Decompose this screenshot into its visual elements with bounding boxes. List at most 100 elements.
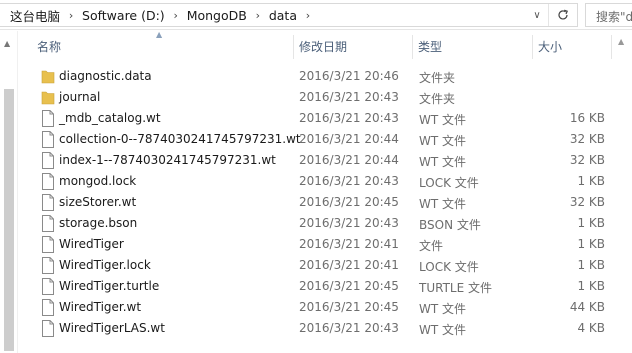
file-type: LOCK 文件	[419, 260, 479, 274]
list-item[interactable]: _mdb_catalog.wt 2016/3/21 20:43 WT 文件 16…	[19, 108, 613, 129]
breadcrumb-mongodb[interactable]: MongoDB	[187, 8, 251, 23]
vertical-scrollbar[interactable]: ▲	[613, 31, 632, 353]
file-date: 2016/3/21 20:44	[299, 153, 399, 167]
list-item[interactable]: mongod.lock 2016/3/21 20:43 LOCK 文件 1 KB	[19, 171, 613, 192]
file-size: 32 KB	[569, 132, 605, 146]
file-icon	[42, 299, 54, 316]
search-input[interactable]: 搜索"data"	[585, 3, 632, 27]
file-size: 32 KB	[569, 153, 605, 167]
column-type[interactable]: 类型	[412, 31, 532, 63]
file-size: 1 KB	[577, 258, 605, 272]
file-date: 2016/3/21 20:44	[299, 132, 399, 146]
file-date: 2016/3/21 20:43	[299, 111, 399, 125]
folder-icon	[41, 91, 55, 105]
folder-icon	[41, 70, 55, 84]
scroll-up-icon[interactable]: ▲	[618, 37, 624, 46]
file-type: LOCK 文件	[419, 176, 479, 190]
file-size: 1 KB	[577, 237, 605, 251]
file-icon	[42, 215, 54, 232]
file-size: 44 KB	[569, 300, 605, 314]
list-item[interactable]: collection-0--7874030241745797231.wt 201…	[19, 129, 613, 150]
column-name-label: 名称	[37, 40, 62, 54]
chevron-right-icon[interactable]: ›	[301, 9, 315, 22]
file-type: BSON 文件	[419, 218, 481, 232]
file-date: 2016/3/21 20:46	[299, 69, 399, 83]
file-size: 4 KB	[577, 321, 605, 335]
list-item[interactable]: WiredTigerLAS.wt 2016/3/21 20:43 WT 文件 4…	[19, 318, 613, 339]
file-type: 文件夹	[419, 92, 456, 106]
list-item[interactable]: diagnostic.data 2016/3/21 20:46 文件夹	[19, 66, 613, 87]
file-size: 32 KB	[569, 195, 605, 209]
file-size: 1 KB	[577, 279, 605, 293]
column-header: 名称 ▲ 修改日期 类型 大小	[19, 30, 613, 63]
scroll-up-icon[interactable]: ▲	[4, 39, 10, 48]
sort-ascending-icon: ▲	[156, 30, 163, 39]
file-name: sizeStorer.wt	[59, 195, 137, 209]
file-name: index-1--7874030241745797231.wt	[59, 153, 276, 167]
file-icon	[42, 257, 54, 274]
file-date: 2016/3/21 20:43	[299, 216, 399, 230]
file-date: 2016/3/21 20:45	[299, 195, 399, 209]
file-name: WiredTiger.wt	[59, 300, 142, 314]
column-type-label: 类型	[418, 40, 443, 54]
chevron-right-icon[interactable]: ›	[64, 9, 78, 22]
file-icon	[42, 152, 54, 169]
column-date[interactable]: 修改日期	[293, 31, 413, 63]
list-item[interactable]: sizeStorer.wt 2016/3/21 20:45 WT 文件 32 K…	[19, 192, 613, 213]
list-item[interactable]: journal 2016/3/21 20:43 文件夹	[19, 87, 613, 108]
list-item[interactable]: index-1--7874030241745797231.wt 2016/3/2…	[19, 150, 613, 171]
breadcrumb-data[interactable]: data	[269, 8, 301, 23]
column-size[interactable]: 大小	[532, 31, 612, 63]
navigation-pane: ▲	[0, 31, 18, 353]
file-type: WT 文件	[419, 155, 467, 169]
file-rows: diagnostic.data 2016/3/21 20:46 文件夹 jour…	[19, 66, 613, 339]
file-size: 16 KB	[569, 111, 605, 125]
file-icon	[42, 173, 54, 190]
file-type: WT 文件	[419, 113, 467, 127]
file-name: diagnostic.data	[59, 69, 152, 83]
file-date: 2016/3/21 20:45	[299, 279, 399, 293]
address-box[interactable]: 这台电脑 › Software (D:) › MongoDB › data › …	[0, 3, 578, 27]
refresh-button[interactable]	[548, 4, 576, 26]
breadcrumb: 这台电脑 › Software (D:) › MongoDB › data ›	[0, 4, 319, 26]
breadcrumb-this-pc[interactable]: 这台电脑	[10, 6, 64, 25]
chevron-down-icon[interactable]: ∨	[528, 4, 546, 26]
file-date: 2016/3/21 20:45	[299, 300, 399, 314]
file-icon	[42, 236, 54, 253]
file-type: WT 文件	[419, 134, 467, 148]
column-divider[interactable]	[611, 35, 612, 59]
list-item[interactable]: WiredTiger.wt 2016/3/21 20:45 WT 文件 44 K…	[19, 297, 613, 318]
file-date: 2016/3/21 20:43	[299, 321, 399, 335]
file-icon	[42, 110, 54, 127]
file-icon	[42, 278, 54, 295]
column-date-label: 修改日期	[299, 40, 348, 54]
file-date: 2016/3/21 20:43	[299, 90, 399, 104]
address-bar: 这台电脑 › Software (D:) › MongoDB › data › …	[0, 0, 632, 30]
file-date: 2016/3/21 20:41	[299, 237, 399, 251]
file-type: WT 文件	[419, 302, 467, 316]
file-name: journal	[59, 90, 101, 104]
file-name: collection-0--7874030241745797231.wt	[59, 132, 301, 146]
chevron-right-icon[interactable]: ›	[169, 9, 183, 22]
list-item[interactable]: WiredTiger.turtle 2016/3/21 20:45 TURTLE…	[19, 276, 613, 297]
file-name: WiredTigerLAS.wt	[59, 321, 165, 335]
file-type: TURTLE 文件	[419, 281, 492, 295]
file-name: WiredTiger.lock	[59, 258, 151, 272]
file-icon	[42, 131, 54, 148]
list-item[interactable]: WiredTiger.lock 2016/3/21 20:41 LOCK 文件 …	[19, 255, 613, 276]
file-size: 1 KB	[577, 216, 605, 230]
file-date: 2016/3/21 20:43	[299, 174, 399, 188]
file-date: 2016/3/21 20:41	[299, 258, 399, 272]
breadcrumb-drive[interactable]: Software (D:)	[82, 8, 169, 23]
file-icon	[42, 194, 54, 211]
list-item[interactable]: storage.bson 2016/3/21 20:43 BSON 文件 1 K…	[19, 213, 613, 234]
file-type: WT 文件	[419, 197, 467, 211]
list-item[interactable]: WiredTiger 2016/3/21 20:41 文件 1 KB	[19, 234, 613, 255]
file-type: 文件夹	[419, 71, 456, 85]
file-size: 1 KB	[577, 174, 605, 188]
nav-scrollbar-thumb[interactable]	[4, 89, 14, 351]
chevron-right-icon[interactable]: ›	[251, 9, 265, 22]
file-name: mongod.lock	[59, 174, 137, 188]
file-type: WT 文件	[419, 323, 467, 337]
file-list: 名称 ▲ 修改日期 类型 大小 diagnostic.data 2016/3/2…	[19, 30, 613, 353]
